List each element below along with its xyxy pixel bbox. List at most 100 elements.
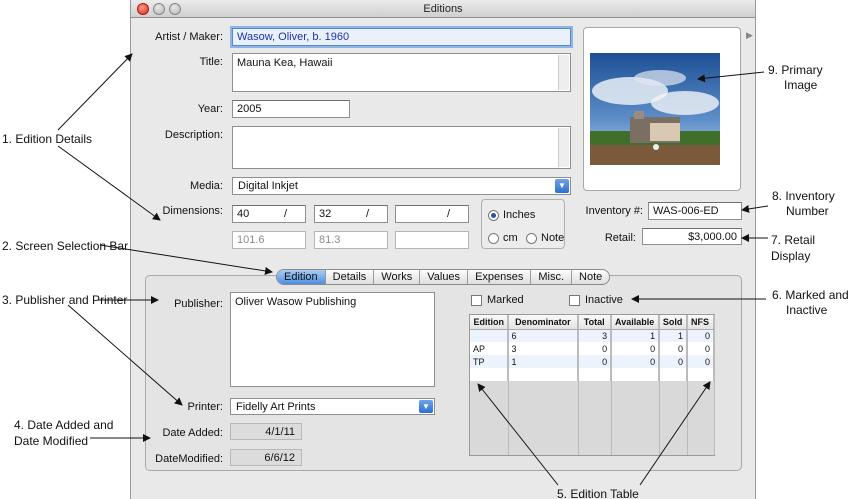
callout-image-line2: Image <box>784 78 818 92</box>
date-added-label: Date Added: <box>162 427 223 439</box>
date-added-field: 4/1/11 <box>230 423 302 440</box>
dimension-height-field[interactable]: 40 <box>232 205 306 223</box>
dimension-depth-field[interactable] <box>395 205 469 223</box>
media-popup[interactable]: Digital Inkjet ▼ <box>232 177 571 195</box>
dimension-slash-3: / <box>447 208 451 220</box>
primary-image <box>590 53 720 165</box>
table-row[interactable]: 6 3 1 1 0 <box>470 329 714 342</box>
title-label: Title: <box>199 56 223 68</box>
callout-screen-selection-bar: 2. Screen Selection Bar <box>2 239 129 253</box>
publisher-label: Publisher: <box>174 298 223 310</box>
table-cell: 0 <box>686 342 714 355</box>
callout-edition-details: 1. Edition Details <box>2 132 93 146</box>
table-cell: 0 <box>610 342 660 355</box>
tab-works[interactable]: Works <box>374 270 421 284</box>
callout-marked-line2: Inactive <box>786 303 828 317</box>
publisher-field[interactable]: Oliver Wasow Publishing <box>230 292 435 387</box>
column-header-nfs[interactable]: NFS <box>686 315 714 330</box>
dimension-slash-1: / <box>284 208 288 220</box>
tab-expenses[interactable]: Expenses <box>468 270 532 284</box>
table-cell: 0 <box>686 355 714 368</box>
table-cell: 6 <box>507 329 579 342</box>
retail-field: $3,000.00 <box>642 228 742 245</box>
editions-window: Editions Artist / Maker: Wasow, Oliver, … <box>130 0 756 499</box>
description-field[interactable] <box>232 126 571 169</box>
image-nav-arrow-icon[interactable]: ▶ <box>746 30 753 41</box>
tab-details[interactable]: Details <box>326 270 375 284</box>
dimension-slash-2: / <box>366 208 370 220</box>
inches-label: Inches <box>503 209 536 221</box>
window-title: Editions <box>423 3 463 15</box>
column-header-total[interactable]: Total <box>577 315 612 330</box>
primary-image-frame[interactable] <box>583 27 741 191</box>
cm-label: cm <box>503 232 518 244</box>
callout-inventory-line2: Number <box>786 204 829 218</box>
table-cell: AP <box>470 342 509 355</box>
inches-radio[interactable] <box>488 210 499 221</box>
tab-edition[interactable]: Edition <box>277 270 326 284</box>
converted-width-field: 81.3 <box>314 231 388 249</box>
dimension-width-field[interactable]: 32 <box>314 205 388 223</box>
table-cell: 0 <box>686 329 714 342</box>
column-header-sold[interactable]: Sold <box>658 315 688 330</box>
note-label: Note <box>541 232 565 244</box>
title-field[interactable]: Mauna Kea, Hawaii <box>232 53 571 92</box>
callout-dates-line1: 4. Date Added and <box>14 418 114 432</box>
date-modified-field: 6/6/12 <box>230 449 302 466</box>
screen-selection-bar: Edition Details Works Values Expenses Mi… <box>276 269 611 285</box>
media-value: Digital Inkjet <box>238 180 298 192</box>
printer-label: Printer: <box>187 401 223 413</box>
callout-retail: 7. Retail Display <box>771 233 816 263</box>
callout-marked-line1: 6. Marked and <box>772 288 849 302</box>
chevron-down-icon: ▼ <box>555 179 569 193</box>
table-cell: 1 <box>658 329 688 342</box>
table-cell: 0 <box>577 355 612 368</box>
callout-publisher-printer: 3. Publisher and Printer <box>2 293 128 307</box>
description-label: Description: <box>164 129 223 141</box>
cm-radio[interactable] <box>488 233 499 244</box>
table-cell: 0 <box>610 355 660 368</box>
table-cell: 3 <box>507 342 579 355</box>
year-label: Year: <box>197 103 223 115</box>
note-radio[interactable] <box>526 233 537 244</box>
dimension-height-value: 40 <box>237 208 250 220</box>
table-cell: TP <box>470 355 509 368</box>
column-header-edition[interactable]: Edition <box>470 315 509 330</box>
year-field[interactable]: 2005 <box>232 100 350 118</box>
table-cell: 0 <box>658 355 688 368</box>
table-row[interactable]: AP 3 0 0 0 0 <box>470 342 714 355</box>
callout-image-line1: 9. Primary <box>768 63 823 77</box>
title-value: Mauna Kea, Hawaii <box>237 57 333 69</box>
publisher-value: Oliver Wasow Publishing <box>235 296 357 308</box>
inactive-label: Inactive <box>585 294 623 306</box>
callout-inventory-line1: 8. Inventory <box>772 189 835 203</box>
tab-note[interactable]: Note <box>572 270 609 284</box>
table-cell: 3 <box>577 329 612 342</box>
tab-values[interactable]: Values <box>420 270 469 284</box>
callout-dates-line2: Date Modified <box>14 434 89 448</box>
chevron-down-icon: ▼ <box>419 400 433 413</box>
tab-misc[interactable]: Misc. <box>531 270 573 284</box>
marked-checkbox[interactable] <box>471 295 482 306</box>
edition-table[interactable]: Edition Denominator Total Available Sold… <box>469 314 715 456</box>
artist-field[interactable]: Wasow, Oliver, b. 1960 <box>232 28 571 46</box>
table-header-row: Edition Denominator Total Available Sold… <box>470 315 714 330</box>
description-scrollbar[interactable] <box>558 128 569 167</box>
inventory-field[interactable]: WAS-006-ED <box>648 202 742 220</box>
column-header-denominator[interactable]: Denominator <box>507 315 579 330</box>
callout-edition-table: 5. Edition Table <box>557 487 639 499</box>
media-label: Media: <box>189 180 223 192</box>
converted-depth-field <box>395 231 469 249</box>
table-row[interactable]: TP 1 0 0 0 0 <box>470 355 714 368</box>
table-cell: 1 <box>507 355 579 368</box>
table-row[interactable] <box>470 368 714 381</box>
inactive-checkbox[interactable] <box>569 295 580 306</box>
dimensions-label: Dimensions: <box>162 205 223 217</box>
title-scrollbar[interactable] <box>558 55 569 90</box>
retail-label: Retail: <box>604 232 636 244</box>
printer-value: Fidelly Art Prints <box>236 401 316 413</box>
column-header-available[interactable]: Available <box>610 315 660 330</box>
inventory-label: Inventory #: <box>585 205 643 217</box>
arrow-edition-details-up <box>57 53 133 131</box>
printer-popup[interactable]: Fidelly Art Prints ▼ <box>230 398 435 415</box>
